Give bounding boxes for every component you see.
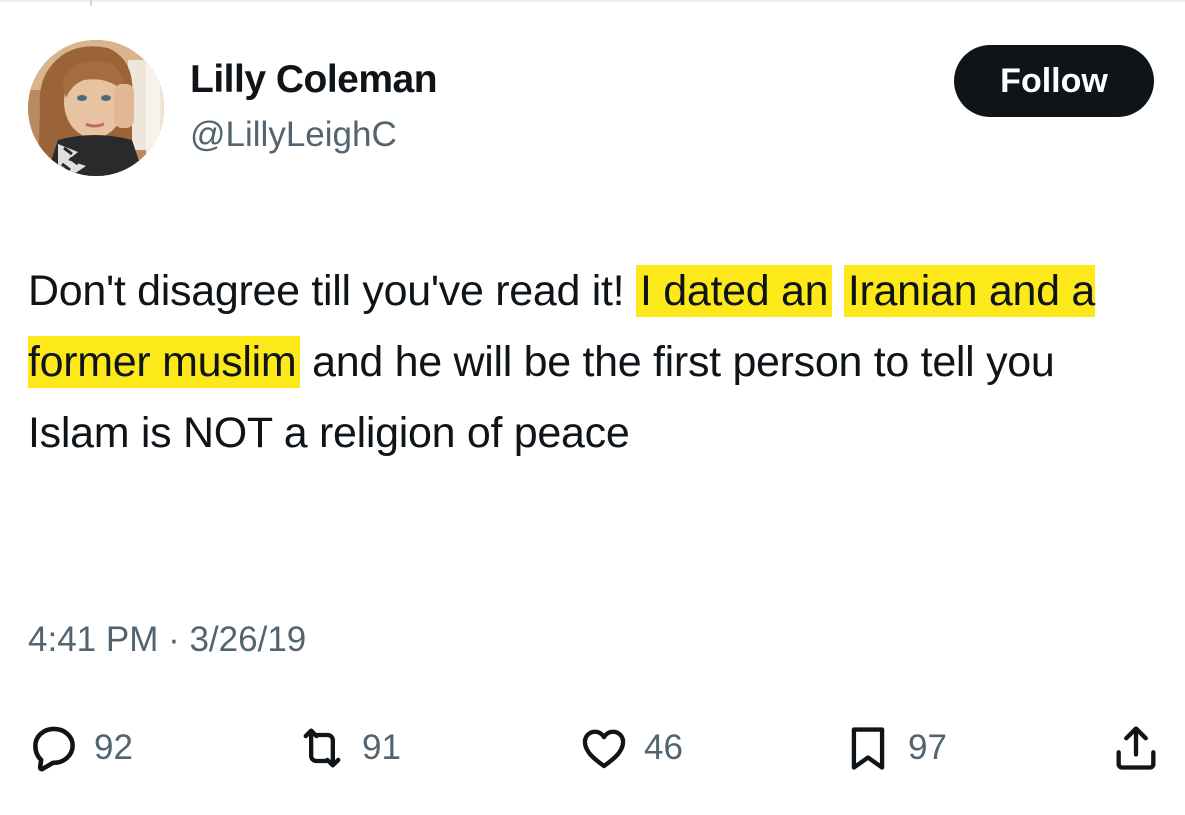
- retweet-button[interactable]: 91: [296, 718, 401, 778]
- reply-icon: [33, 726, 75, 772]
- top-divider: [0, 0, 1185, 2]
- thread-connector: [90, 0, 92, 6]
- tweet-actions-bar: 92 91 46 97: [0, 718, 1185, 778]
- tweet-time: 4:41 PM: [28, 620, 159, 659]
- tweet-text: Don't disagree till you've read it! I da…: [28, 256, 1148, 469]
- reply-button[interactable]: 92: [28, 718, 133, 778]
- bookmark-icon: [851, 727, 885, 770]
- tweet-date: 3/26/19: [189, 620, 307, 659]
- retweet-count: 91: [362, 728, 401, 767]
- author-name[interactable]: Lilly Coleman: [190, 58, 438, 102]
- avatar[interactable]: [28, 40, 164, 176]
- follow-button[interactable]: Follow: [954, 45, 1154, 117]
- retweet-icon: [303, 728, 341, 768]
- like-count: 46: [644, 728, 683, 767]
- bookmark-button[interactable]: 97: [842, 718, 947, 778]
- heart-icon: [582, 729, 626, 769]
- tweet-text-intro: Don't disagree till you've read it!: [28, 267, 636, 315]
- like-button[interactable]: 46: [578, 718, 683, 778]
- share-button[interactable]: [1110, 718, 1162, 778]
- avatar-photo: [28, 40, 164, 176]
- author-handle[interactable]: @LillyLeighC: [190, 115, 397, 155]
- share-icon: [1116, 726, 1156, 770]
- timestamp-separator: ·: [158, 620, 190, 659]
- highlighted-text-1: I dated an: [635, 265, 833, 317]
- bookmark-count: 97: [908, 728, 947, 767]
- tweet-timestamp[interactable]: 4:41 PM · 3/26/19: [28, 620, 306, 660]
- reply-count: 92: [94, 728, 133, 767]
